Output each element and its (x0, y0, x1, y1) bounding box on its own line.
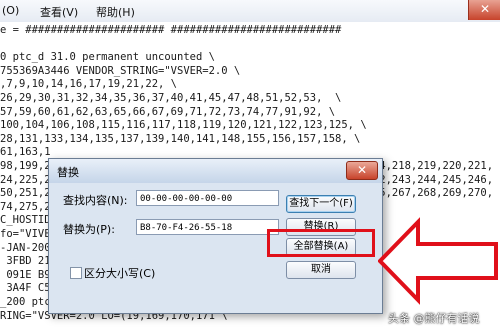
find-input[interactable]: 00-00-00-00-00-00 (136, 190, 279, 206)
replace-all-highlight (267, 229, 375, 257)
window-close-button[interactable]: ✕ (468, 0, 500, 20)
match-case-checkbox[interactable] (70, 267, 82, 279)
text-line: C_HOSTID (0, 214, 51, 227)
text-line: 755369A3446 VENDOR_STRING="VSVER=2.0 \ (0, 64, 241, 77)
menu-view[interactable]: 查看(V) (40, 4, 78, 20)
cancel-button[interactable]: 取消 (286, 261, 356, 279)
replace-input[interactable]: B8-70-F4-26-55-18 (136, 219, 279, 235)
find-next-button[interactable]: 查找下一个(F) (286, 195, 356, 213)
watermark: 头条 @熊仔有话说 (388, 312, 480, 325)
text-line: fo="VIVE (0, 228, 51, 240)
dialog-title: 替换 (57, 166, 79, 179)
left-arrow-icon (378, 217, 498, 305)
text-line: ,7,9,10,14,16,17,19,21,22, \ (0, 78, 178, 91)
text-line: 26,29,30,31,32,34,35,36,37,40,41,45,47,4… (0, 92, 342, 104)
dialog-title-bar[interactable]: 替换 ✕ (49, 159, 382, 183)
menu-help[interactable]: 帮助(H) (96, 4, 135, 20)
text-line: 61,163,1 (0, 146, 51, 159)
text-line: 28,131,133,134,135,137,139,140,141,148,1… (0, 132, 361, 145)
text-line: 3A4F C5 (0, 282, 51, 295)
text-line: 100,104,106,108,115,116,117,118,119,120,… (0, 119, 367, 132)
text-line: 74,275,2 (0, 200, 51, 213)
text-line: 57,59,60,61,62,63,65,66,67,69,71,72,73,7… (0, 105, 336, 118)
replace-label: 替换为(P): (63, 223, 115, 236)
text-line: 091E B9 (0, 268, 51, 281)
text-line: e = ###################### #############… (0, 24, 342, 36)
find-label: 查找内容(N): (63, 194, 128, 207)
match-case-label: 区分大小写(C) (84, 267, 156, 280)
menu-format[interactable]: (O) (2, 4, 19, 17)
text-line: -JAN-200 (0, 241, 51, 254)
menu-bar: (O) 查看(V) 帮助(H) ✕ (0, 0, 500, 23)
dialog-close-button[interactable]: ✕ (346, 161, 378, 180)
text-line: 3FBD 21 (0, 255, 51, 268)
text-line: 0 ptc_d 31.0 permanent uncounted \ (0, 51, 215, 64)
